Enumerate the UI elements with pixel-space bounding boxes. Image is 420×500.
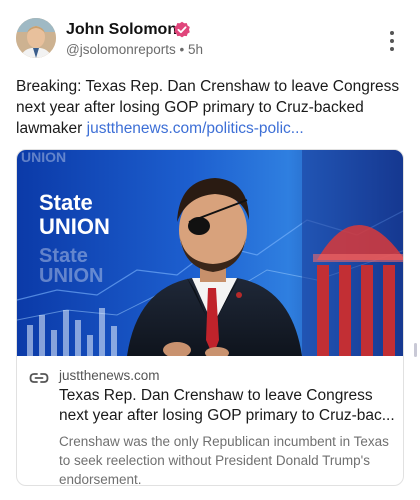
card-title[interactable]: Texas Rep. Dan Crenshaw to leave Congres… <box>59 386 399 426</box>
more-vertical-icon[interactable] <box>382 28 402 54</box>
logo-text-union-faded: UNION <box>39 265 103 287</box>
author-meta: @jsolomonreports • 5h <box>66 42 203 57</box>
post-text: Breaking: Texas Rep. Dan Crenshaw to lea… <box>16 76 408 139</box>
logo-text-state-faded: State <box>39 245 88 267</box>
scrollbar-thumb[interactable] <box>414 343 417 357</box>
link-preview-card[interactable]: UNION State UNION State UNION justthenew… <box>16 149 404 486</box>
card-domain: justthenews.com <box>59 368 160 383</box>
card-title-line-2: next year after losing GOP primary to Cr… <box>59 407 395 424</box>
post-time[interactable]: 5h <box>188 42 203 57</box>
post-card: John Solomon @jsolomonreports • 5h Break… <box>0 0 420 500</box>
avatar-image <box>16 18 56 58</box>
logo-text-union: UNION <box>39 214 110 239</box>
post-link[interactable]: justthenews.com/politics-polic... <box>87 120 304 137</box>
meta-separator: • <box>179 42 185 57</box>
logo-text-top: UNION <box>21 150 66 165</box>
card-title-line-1: Texas Rep. Dan Crenshaw to leave Congres… <box>59 387 373 404</box>
verified-badge-icon <box>174 21 190 38</box>
avatar[interactable] <box>16 18 56 58</box>
logo-text-state: State <box>39 190 93 215</box>
card-description: Crenshaw was the only Republican incumbe… <box>59 434 389 486</box>
card-image[interactable]: UNION State UNION State UNION <box>17 150 404 356</box>
author-name[interactable]: John Solomon <box>66 21 177 39</box>
link-icon <box>29 373 49 383</box>
author-handle[interactable]: @jsolomonreports <box>66 42 176 57</box>
